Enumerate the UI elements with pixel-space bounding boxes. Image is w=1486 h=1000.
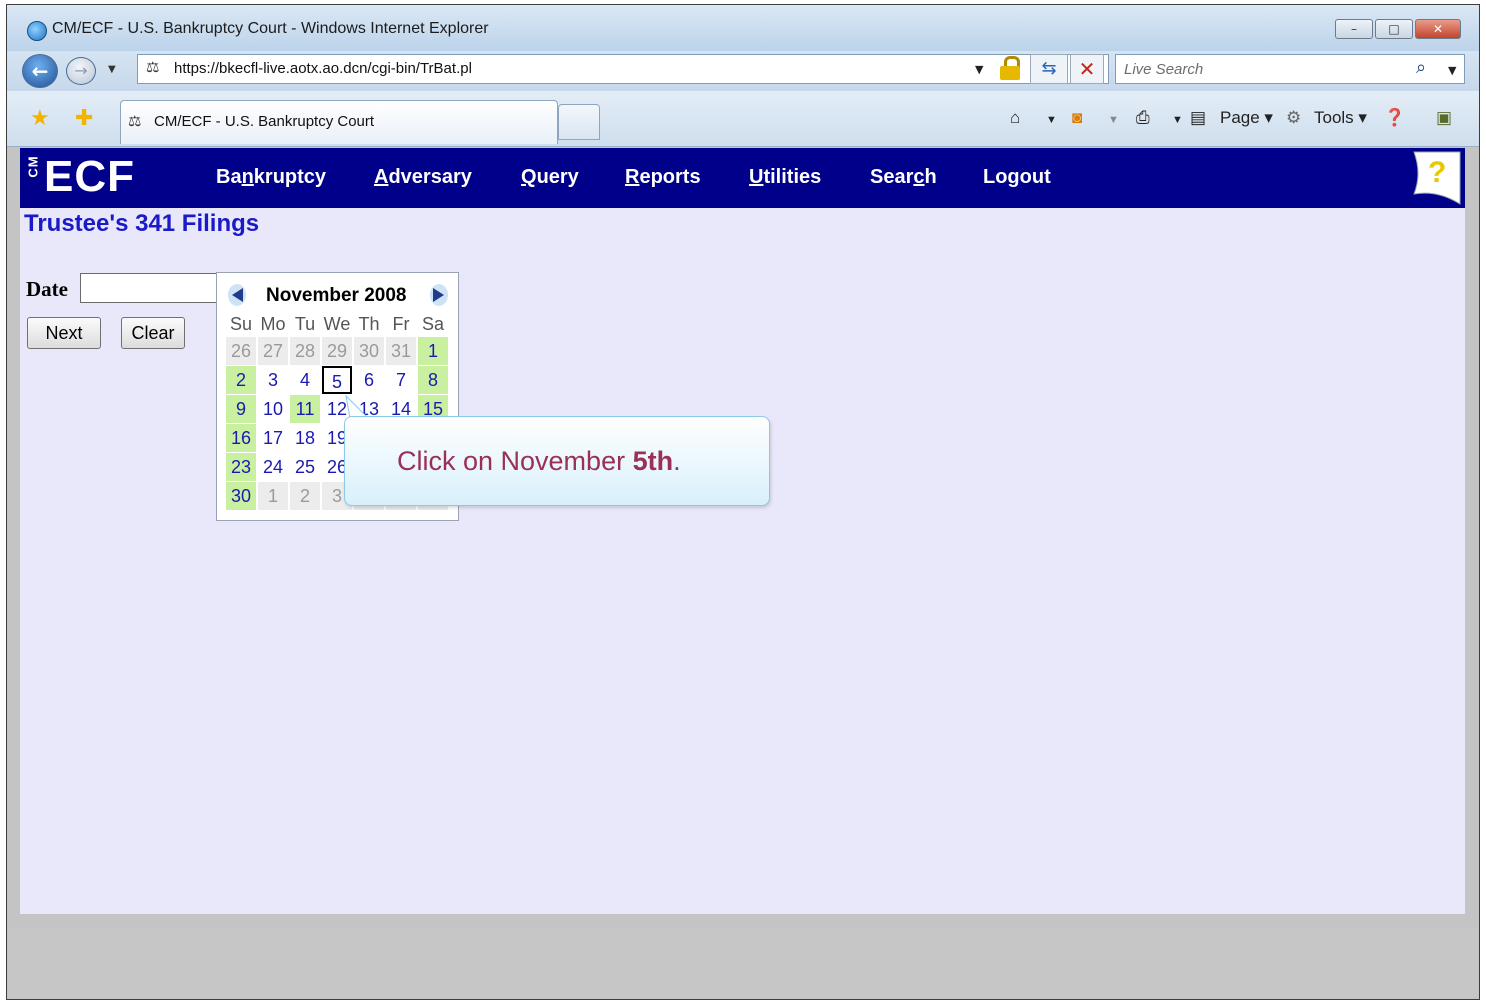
refresh-button[interactable]: ⇆ [1030, 54, 1068, 84]
calendar-day-2[interactable]: 2 [226, 366, 256, 394]
window-title: CM/ECF - U.S. Bankruptcy Court - Windows… [52, 20, 489, 37]
menu-query[interactable]: Query [521, 166, 579, 189]
calendar-day-3[interactable]: 3 [258, 366, 288, 394]
weekday-header: Tu [294, 314, 316, 334]
maximize-button[interactable]: □ [1375, 19, 1413, 39]
ecf-logo: CM ECF [22, 152, 135, 202]
weekday-header: Fr [392, 314, 410, 334]
calendar-day-7[interactable]: 7 [386, 366, 416, 394]
prev-month-icon [232, 288, 243, 302]
feeds-icon[interactable]: ◙ [1072, 108, 1082, 128]
new-tab-button[interactable] [558, 104, 600, 140]
weekday-header: Sa [421, 314, 445, 334]
favorites-star-icon[interactable]: ★ [30, 106, 50, 131]
calendar-day-4[interactable]: 4 [290, 366, 320, 394]
menu-search[interactable]: Search [870, 166, 937, 189]
stop-button[interactable]: ✕ [1070, 54, 1104, 84]
calendar-day-outside[interactable]: 2 [290, 482, 320, 510]
scales-favicon-icon: ⚖ [146, 58, 160, 76]
history-dropdown-icon[interactable]: ▼ [108, 64, 116, 75]
calendar-day-1[interactable]: 1 [418, 337, 448, 365]
search-icon[interactable]: ⌕ [1416, 57, 1426, 78]
research-icon[interactable]: ▣ [1436, 108, 1452, 128]
add-favorite-icon[interactable]: ✚ [75, 106, 93, 131]
minimize-button[interactable]: – [1335, 19, 1373, 39]
weekday-header: We [323, 314, 351, 334]
calendar-day-17[interactable]: 17 [258, 424, 288, 452]
calendar-day-outside[interactable]: 31 [386, 337, 416, 365]
close-button[interactable]: ✕ [1415, 19, 1461, 39]
calendar-day-11[interactable]: 11 [290, 395, 320, 423]
menu-reports[interactable]: Reports [625, 166, 701, 189]
ie-logo-icon [27, 21, 47, 41]
menu-adversary[interactable]: Adversary [374, 166, 472, 189]
menu-logout[interactable]: Logout [983, 166, 1051, 189]
date-input[interactable] [80, 273, 220, 303]
print-icon[interactable]: ⎙ [1136, 108, 1150, 128]
print-dropdown-icon[interactable]: ▼ [1172, 114, 1183, 126]
home-dropdown-icon[interactable]: ▼ [1046, 114, 1057, 126]
tools-menu[interactable]: Tools ▾ [1314, 108, 1367, 128]
stop-icon: ✕ [1078, 57, 1096, 81]
forward-arrow-icon: → [74, 61, 88, 80]
next-button[interactable]: Next [27, 317, 101, 349]
logo-text: ECF [44, 152, 135, 201]
calendar-day-16[interactable]: 16 [226, 424, 256, 452]
forward-button[interactable]: → [66, 57, 96, 85]
calendar-day-outside[interactable]: 27 [258, 337, 288, 365]
calendar-day-30[interactable]: 30 [226, 482, 256, 510]
calendar-day-8[interactable]: 8 [418, 366, 448, 394]
weekday-header: Su [229, 314, 253, 334]
calendar-month-year: November 2008 [266, 285, 407, 306]
weekday-header: Mo [260, 314, 286, 334]
calendar-day-24[interactable]: 24 [258, 453, 288, 481]
next-month-icon [433, 288, 444, 302]
calendar-day-18[interactable]: 18 [290, 424, 320, 452]
calendar-day-25[interactable]: 25 [290, 453, 320, 481]
address-dropdown-icon[interactable]: ▼ [975, 63, 983, 76]
tab-favicon-icon: ⚖ [128, 112, 142, 130]
page-icon: ▤ [1190, 108, 1207, 127]
status-area [8, 928, 1478, 998]
weekday-header: Th [358, 314, 380, 334]
calendar-day-outside[interactable]: 26 [226, 337, 256, 365]
lock-icon[interactable] [1000, 56, 1022, 80]
logo-cm: CM [25, 155, 41, 178]
menu-bankruptcy[interactable]: Bankruptcy [216, 166, 326, 189]
tab-title: CM/ECF - U.S. Bankruptcy Court [154, 113, 375, 130]
page-title: Trustee's 341 Filings [24, 210, 260, 237]
home-icon[interactable]: ⌂ [1010, 108, 1020, 128]
calendar-day-outside[interactable]: 1 [258, 482, 288, 510]
callout-text: Click on November 5th. [397, 446, 681, 476]
calendar-day-6[interactable]: 6 [354, 366, 384, 394]
calendar-day-outside[interactable]: 30 [354, 337, 384, 365]
menu-utilities[interactable]: Utilities [749, 166, 821, 189]
help-question-mark: ? [1428, 156, 1446, 189]
calendar-day-5[interactable]: 5 [322, 366, 352, 394]
calendar-day-10[interactable]: 10 [258, 395, 288, 423]
calendar-day-outside[interactable]: 29 [322, 337, 352, 365]
page-menu[interactable]: Page ▾ [1220, 108, 1273, 128]
search-placeholder: Live Search [1124, 61, 1204, 78]
address-url: https://bkecfl-live.aotx.ao.dcn/cgi-bin/… [174, 60, 472, 77]
refresh-icon: ⇆ [1041, 58, 1057, 79]
date-label: Date [26, 277, 68, 301]
feeds-dropdown-icon[interactable]: ▼ [1108, 114, 1119, 126]
help-page-icon[interactable]: ? [1408, 150, 1462, 206]
back-arrow-icon: ← [31, 59, 49, 83]
help-icon[interactable]: ❓ [1384, 108, 1405, 128]
back-button[interactable]: ← [22, 54, 58, 88]
page-content [20, 148, 1465, 914]
tools-gear-icon: ⚙ [1286, 108, 1302, 127]
clear-button[interactable]: Clear [121, 317, 185, 349]
calendar-day-23[interactable]: 23 [226, 453, 256, 481]
calendar-day-outside[interactable]: 28 [290, 337, 320, 365]
calendar-day-9[interactable]: 9 [226, 395, 256, 423]
search-options-icon[interactable]: ▼ [1448, 64, 1456, 77]
